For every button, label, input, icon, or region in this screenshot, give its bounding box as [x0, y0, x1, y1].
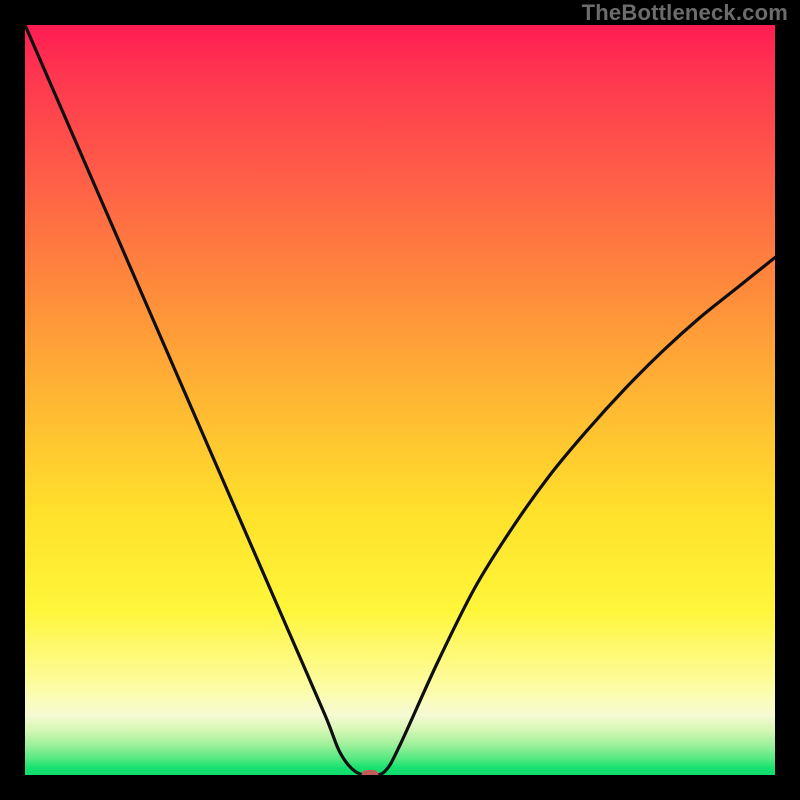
plot-area	[25, 25, 775, 775]
curve-svg	[25, 25, 775, 775]
watermark-text: TheBottleneck.com	[582, 0, 788, 26]
chart-frame: TheBottleneck.com	[0, 0, 800, 800]
trough-marker	[362, 770, 379, 775]
bottleneck-curve	[25, 25, 775, 775]
